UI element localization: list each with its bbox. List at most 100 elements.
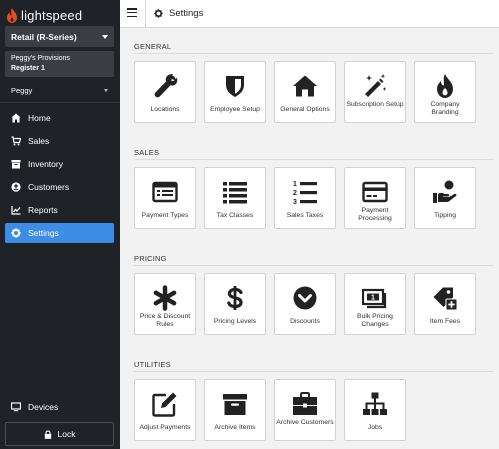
sidebar-item-label: Settings <box>28 228 59 238</box>
retail-select[interactable]: Retail (R-Series) <box>5 26 114 47</box>
sidebar-item-sales[interactable]: Sales <box>5 131 114 151</box>
gear-icon <box>11 228 21 238</box>
devices-icon <box>11 402 21 412</box>
sidebar-item-reports[interactable]: Reports <box>5 200 114 220</box>
tile-locations[interactable]: Locations <box>134 61 196 123</box>
lock-label: Lock <box>57 429 76 439</box>
bulk-money-icon: 1 <box>360 283 390 313</box>
flame-icon <box>430 71 460 101</box>
sales-icon <box>11 136 21 146</box>
tile-label: Payment Processing <box>358 207 392 222</box>
tile-pricing-levels[interactable]: Pricing Levels <box>204 273 266 335</box>
section-title-utilities: UTILITIES <box>134 360 171 369</box>
hamburger-menu-icon[interactable] <box>127 8 137 18</box>
sidebar-item-devices[interactable]: Devices <box>5 397 114 417</box>
user-name: Peggy <box>11 85 33 95</box>
page-title: Settings <box>154 8 203 19</box>
tile-label: Archive Customers <box>276 419 334 426</box>
tile-label: General Options <box>280 106 330 113</box>
numbered-list-icon: 1 2 3 <box>290 177 320 207</box>
svg-text:1: 1 <box>371 295 375 302</box>
settings-main: GENERAL Locations Employee Setup General… <box>120 29 499 449</box>
list-icon <box>220 177 250 207</box>
section-divider <box>134 159 493 160</box>
tile-sales-taxes[interactable]: 1 2 3 Sales Taxes <box>274 167 336 229</box>
tile-company-branding[interactable]: Company Branding <box>414 61 476 123</box>
inventory-icon <box>11 159 21 169</box>
lock-button[interactable]: Lock <box>5 422 114 446</box>
wrench-icon <box>150 71 180 101</box>
tile-label: Sales Taxes <box>286 212 324 219</box>
tile-adjust-payments[interactable]: Adjust Payments <box>134 379 196 441</box>
tile-label: Archive Items <box>214 424 256 431</box>
customers-icon <box>11 182 21 192</box>
tipping-hand-icon <box>430 177 460 207</box>
devices-label: Devices <box>28 402 59 412</box>
tile-price-discount-rules[interactable]: Price & Discount Rules <box>134 273 196 335</box>
sidebar-item-customers[interactable]: Customers <box>5 177 114 197</box>
user-menu[interactable]: Peggy <box>5 82 114 98</box>
tile-label: Payment Types <box>141 212 189 219</box>
payment-types-icon <box>150 177 180 207</box>
reports-icon <box>11 205 21 215</box>
flame-logo-icon <box>7 7 17 23</box>
lightspeed-logo[interactable]: lightspeed <box>6 7 82 23</box>
tile-label: Company Branding <box>430 101 460 116</box>
section-divider <box>134 371 493 372</box>
tile-label: Employee Setup <box>210 106 260 113</box>
section-title-sales: SALES <box>134 148 160 157</box>
retail-select-label: Retail (R-Series) <box>11 31 77 42</box>
sidebar-divider <box>0 102 120 103</box>
sidebar-item-label: Customers <box>28 182 70 192</box>
tile-label: Subscription Setup <box>346 101 404 108</box>
tile-label: Adjust Payments <box>139 424 191 431</box>
tile-subscription-setup[interactable]: Subscription Setup <box>344 61 406 123</box>
svg-text:3: 3 <box>293 199 297 205</box>
sidebar-item-inventory[interactable]: Inventory <box>5 154 114 174</box>
tag-plus-icon <box>430 283 460 313</box>
sidebar-item-home[interactable]: Home <box>5 108 114 128</box>
section-title-general: GENERAL <box>134 42 172 51</box>
tile-label: Tipping <box>433 212 457 219</box>
shop-name: Peggy's Provisions <box>11 55 70 62</box>
register-name: Register 1 <box>11 65 45 72</box>
chevron-circle-icon <box>290 283 320 313</box>
house-icon <box>290 71 320 101</box>
caret-down-icon <box>104 88 108 92</box>
page-title-text: Settings <box>169 8 204 19</box>
tile-general-options[interactable]: General Options <box>274 61 336 123</box>
sitemap-icon <box>360 389 390 419</box>
svg-text:2: 2 <box>293 190 297 197</box>
sidebar-nav: Home Sales Inventory Customers Reports S… <box>5 108 114 246</box>
header-divider <box>145 0 146 28</box>
tile-payment-types[interactable]: Payment Types <box>134 167 196 229</box>
tile-employee-setup[interactable]: Employee Setup <box>204 61 266 123</box>
tile-label: Price & Discount Rules <box>139 313 191 328</box>
sidebar-item-settings[interactable]: Settings <box>5 223 114 243</box>
register-selector[interactable]: Peggy's Provisions Register 1 <box>5 51 114 77</box>
asterisk-icon <box>150 283 180 313</box>
tile-label: Locations <box>150 106 180 113</box>
tile-item-fees[interactable]: Item Fees <box>414 273 476 335</box>
section-divider <box>134 53 493 54</box>
tile-discounts[interactable]: Discounts <box>274 273 336 335</box>
tile-tipping[interactable]: Tipping <box>414 167 476 229</box>
sidebar-item-label: Home <box>28 113 51 123</box>
archive-box-icon <box>220 389 250 419</box>
caret-down-icon <box>102 34 108 39</box>
home-icon <box>11 113 21 123</box>
top-header: Settings <box>120 0 499 28</box>
tile-label: Item Fees <box>429 318 461 325</box>
tile-tax-classes[interactable]: Tax Classes <box>204 167 266 229</box>
tile-archive-items[interactable]: Archive Items <box>204 379 266 441</box>
dollar-icon <box>220 283 250 313</box>
tile-payment-processing[interactable]: Payment Processing <box>344 167 406 229</box>
tile-bulk-pricing-changes[interactable]: 1 Bulk Pricing Changes <box>344 273 406 335</box>
tile-label: Jobs <box>367 424 383 431</box>
magic-wand-icon <box>360 71 390 101</box>
tile-jobs[interactable]: Jobs <box>344 379 406 441</box>
tile-archive-customers[interactable]: Archive Customers <box>274 379 336 441</box>
sidebar-item-label: Reports <box>28 205 58 215</box>
section-title-pricing: PRICING <box>134 254 167 263</box>
tile-label: Discounts <box>290 318 320 325</box>
